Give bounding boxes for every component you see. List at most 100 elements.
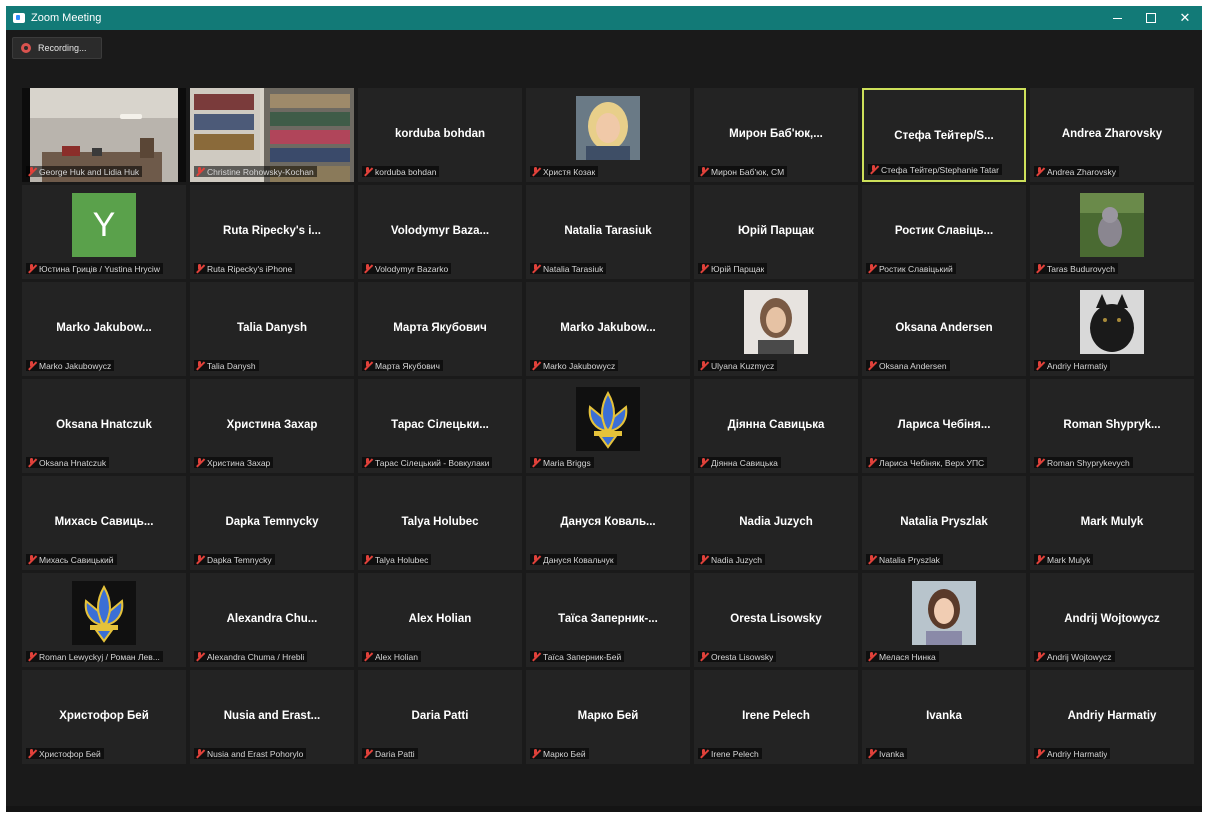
participant-tile[interactable]: Alexandra Chu... Alexandra Chuma / Hrebli: [190, 573, 354, 667]
participant-label-text: Roman Shyprykevych: [1047, 457, 1130, 468]
participant-display-name: Irene Pelech: [742, 710, 810, 722]
participant-tile[interactable]: Лариса Чебіня... Лариса Чебіняк, Верх УПС: [862, 379, 1026, 473]
muted-mic-icon: [1035, 458, 1044, 467]
participant-tile[interactable]: Talya Holubec Talya Holubec: [358, 476, 522, 570]
participant-name-label: Лариса Чебіняк, Верх УПС: [866, 457, 988, 468]
participant-tile[interactable]: Марта Якубович Марта Якубович: [358, 282, 522, 376]
participant-name-label: Christine Rohowsky-Kochan: [194, 166, 317, 177]
participant-tile[interactable]: Nadia Juzych Nadia Juzych: [694, 476, 858, 570]
participant-tile[interactable]: Дануся Коваль... Дануся Ковальчук: [526, 476, 690, 570]
minimize-button[interactable]: [1100, 6, 1134, 30]
muted-mic-icon: [531, 652, 540, 661]
participant-tile[interactable]: Marko Jakubow... Marko Jakubowycz: [22, 282, 186, 376]
title-bar: Zoom Meeting ✕: [6, 6, 1202, 30]
muted-mic-icon: [27, 167, 36, 176]
participant-label-text: Nadia Juzych: [711, 554, 763, 565]
participant-tile[interactable]: Ivanka Ivanka: [862, 670, 1026, 764]
participant-name-label: Ростик Славіцький: [866, 263, 956, 274]
participant-display-name: Volodymyr Baza...: [390, 225, 490, 237]
participant-tile[interactable]: Natalia Tarasiuk Natalia Tarasiuk: [526, 185, 690, 279]
participant-label-text: Лариса Чебіняк, Верх УПС: [879, 457, 985, 468]
participant-tile[interactable]: Михась Савиць... Михась Савицький: [22, 476, 186, 570]
participant-display-name: Мирон Баб'юк,...: [729, 128, 823, 140]
participant-tile[interactable]: Andriy Harmatiy: [1030, 282, 1194, 376]
participant-label-text: Марта Якубович: [375, 360, 440, 371]
participant-tile[interactable]: Ulyana Kuzmycz: [694, 282, 858, 376]
participant-display-name: Юрій Парщак: [737, 225, 815, 237]
participant-label-text: Ruta Ripecky's iPhone: [207, 263, 293, 274]
participant-name-label: Mark Mulyk: [1034, 554, 1094, 565]
participant-tile[interactable]: Христина Захар Христина Захар: [190, 379, 354, 473]
participant-label-text: Христя Козак: [543, 166, 596, 177]
participant-label-text: Alexandra Chuma / Hrebli: [207, 651, 305, 662]
participant-tile[interactable]: Taras Budurovych: [1030, 185, 1194, 279]
participant-tile[interactable]: Natalia Pryszlak Natalia Pryszlak: [862, 476, 1026, 570]
participant-name-label: Дануся Ковальчук: [530, 554, 617, 565]
participant-tile[interactable]: Andrea Zharovsky Andrea Zharovsky: [1030, 88, 1194, 182]
participant-tile[interactable]: Mark Mulyk Mark Mulyk: [1030, 476, 1194, 570]
recording-indicator[interactable]: Recording...: [12, 37, 102, 59]
participant-tile[interactable]: George Huk and Lidia Huk: [22, 88, 186, 182]
muted-mic-icon: [531, 264, 540, 273]
participant-tile[interactable]: Oresta Lisowsky Oresta Lisowsky: [694, 573, 858, 667]
participant-display-name: Daria Patti: [411, 710, 469, 722]
participant-name-label: Юрій Парщак: [698, 263, 768, 274]
participant-tile[interactable]: Ruta Ripecky's i... Ruta Ripecky's iPhone: [190, 185, 354, 279]
participant-tile[interactable]: Oksana Andersen Oksana Andersen: [862, 282, 1026, 376]
participant-tile[interactable]: Христя Козак: [526, 88, 690, 182]
participant-name-label: Natalia Tarasiuk: [530, 263, 607, 274]
participant-tile[interactable]: Діянна Савицька Діянна Савицька: [694, 379, 858, 473]
participant-name-label: Roman Lewyckyj / Роман Лев...: [26, 651, 163, 662]
participant-tile[interactable]: Юрій Парщак Юрій Парщак: [694, 185, 858, 279]
participant-tile[interactable]: Volodymyr Baza... Volodymyr Bazarko: [358, 185, 522, 279]
participant-label-text: Natalia Tarasiuk: [543, 263, 604, 274]
participant-name-label: Марта Якубович: [362, 360, 443, 371]
participant-display-name: Talya Holubec: [401, 516, 479, 528]
participant-label-text: Oksana Andersen: [879, 360, 947, 371]
participant-tile[interactable]: Ростик Славіць... Ростик Славіцький: [862, 185, 1026, 279]
participant-name-label: Irene Pelech: [698, 748, 762, 759]
participant-tile[interactable]: Maria Briggs: [526, 379, 690, 473]
participant-tile[interactable]: Andrij Wojtowycz Andrij Wojtowycz: [1030, 573, 1194, 667]
participant-tile[interactable]: Nusia and Erast... Nusia and Erast Pohory…: [190, 670, 354, 764]
participant-tile[interactable]: Христофор Бей Христофор Бей: [22, 670, 186, 764]
participant-label-text: Christine Rohowsky-Kochan: [207, 166, 314, 177]
participant-tile[interactable]: Oksana Hnatczuk Oksana Hnatczuk: [22, 379, 186, 473]
participant-tile[interactable]: Мелася Нинка: [862, 573, 1026, 667]
participant-tile[interactable]: Марко Бей Марко Бей: [526, 670, 690, 764]
participant-tile[interactable]: Y Юстина Гриців / Yustina Hryciw: [22, 185, 186, 279]
participant-tile[interactable]: Andriy Harmatiy Andriy Harmatiy: [1030, 670, 1194, 764]
participant-tile[interactable]: Стефа Тейтер/S... Стефа Тейтер/Stephanie …: [862, 88, 1026, 182]
participant-label-text: Діянна Савицька: [711, 457, 778, 468]
trident-emblem-image: [72, 581, 136, 645]
participant-name-label: Христина Захар: [194, 457, 274, 468]
participant-name-label: Nusia and Erast Pohorylo: [194, 748, 307, 759]
muted-mic-icon: [195, 167, 204, 176]
participant-label-text: Христофор Бей: [39, 748, 101, 759]
participant-name-label: Ivanka: [866, 748, 908, 759]
profile-photo: [1080, 290, 1144, 354]
muted-mic-icon: [867, 749, 876, 758]
participant-tile[interactable]: Christine Rohowsky-Kochan: [190, 88, 354, 182]
participant-tile[interactable]: Тарас Сілецьки... Тарас Сілецький - Вовку…: [358, 379, 522, 473]
muted-mic-icon: [531, 167, 540, 176]
participant-tile[interactable]: Roman Lewyckyj / Роман Лев...: [22, 573, 186, 667]
participant-tile[interactable]: Irene Pelech Irene Pelech: [694, 670, 858, 764]
participant-tile[interactable]: Мирон Баб'юк,... Мирон Баб'юк, CM: [694, 88, 858, 182]
participant-tile[interactable]: Dapka Temnycky Dapka Temnycky: [190, 476, 354, 570]
participant-tile[interactable]: korduba bohdan korduba bohdan: [358, 88, 522, 182]
participant-tile[interactable]: Roman Shypryk... Roman Shyprykevych: [1030, 379, 1194, 473]
maximize-button[interactable]: [1134, 6, 1168, 30]
close-button[interactable]: ✕: [1168, 6, 1202, 30]
participant-display-name: Oresta Lisowsky: [730, 613, 822, 625]
muted-mic-icon: [867, 652, 876, 661]
participant-tile[interactable]: Alex Holian Alex Holian: [358, 573, 522, 667]
participant-tile[interactable]: Marko Jakubow... Marko Jakubowycz: [526, 282, 690, 376]
participant-tile[interactable]: Таїса Заперник-... Таїса Заперник-Бей: [526, 573, 690, 667]
participant-display-name: Дануся Коваль...: [560, 516, 656, 528]
participant-tile[interactable]: Talia Danysh Talia Danysh: [190, 282, 354, 376]
participant-tile[interactable]: Daria Patti Daria Patti: [358, 670, 522, 764]
participant-label-text: Ulyana Kuzmycz: [711, 360, 775, 371]
participant-display-name: Dapka Temnycky: [225, 516, 319, 528]
participant-name-label: Мирон Баб'юк, CM: [698, 166, 788, 177]
